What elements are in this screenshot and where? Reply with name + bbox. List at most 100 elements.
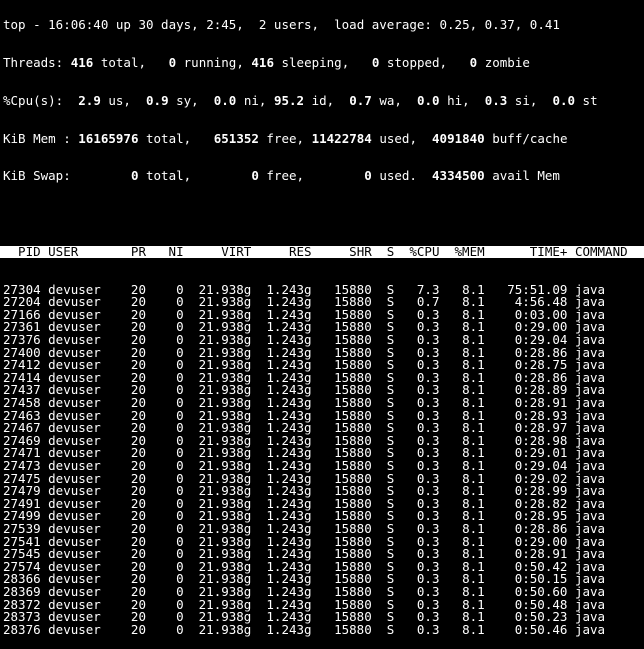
col-user: devuser <box>48 508 101 524</box>
col-cpu: 0.3 <box>416 457 440 473</box>
col-shr: 15880 <box>334 432 372 448</box>
col-time: 0:28.86 <box>514 520 568 536</box>
col-virt: 21.938g <box>198 571 252 587</box>
terminal-screen[interactable]: top - 16:06:40 up 30 days, 2:45, 2 users… <box>0 0 644 649</box>
col-virt: 21.938g <box>198 432 252 448</box>
col-cpu: 0.3 <box>416 483 440 499</box>
col-time: TIME+ <box>529 243 568 259</box>
col-user: devuser <box>48 457 101 473</box>
col-res: 1.243g <box>266 432 312 448</box>
col-cpu: 0.3 <box>416 533 440 549</box>
col-command: java <box>574 609 606 625</box>
col-res: 1.243g <box>266 470 312 486</box>
col-res: 1.243g <box>266 520 312 536</box>
col-command: java <box>574 621 606 637</box>
col-virt: 21.938g <box>198 508 252 524</box>
col-ni: 0 <box>176 533 184 549</box>
col-state: S <box>386 583 395 599</box>
col-shr: 15880 <box>334 533 372 549</box>
col-res: 1.243g <box>266 596 312 612</box>
col-shr: 15880 <box>334 621 372 637</box>
col-shr: SHR <box>349 243 372 259</box>
col-time: 0:28.91 <box>514 546 568 562</box>
process-row: 27539 devuser 20 0 21.938g 1.243g 15880 … <box>3 520 644 536</box>
col-mem: %MEM <box>454 243 485 259</box>
col-state: S <box>386 533 395 549</box>
col-state: S <box>386 445 395 461</box>
col-user: devuser <box>48 533 101 549</box>
col-pid: PID <box>18 243 41 259</box>
col-state: S <box>386 609 395 625</box>
col-state: S <box>386 621 395 637</box>
col-cpu: 0.3 <box>416 571 440 587</box>
col-shr: 15880 <box>334 508 372 524</box>
col-ni: 0 <box>176 609 184 625</box>
col-time: 0:50.48 <box>514 596 568 612</box>
col-command: java <box>574 495 606 511</box>
col-command: java <box>574 596 606 612</box>
col-shr: 15880 <box>334 470 372 486</box>
col-pid: 27574 <box>3 558 41 574</box>
col-state: S <box>386 546 395 562</box>
col-state: S <box>386 596 395 612</box>
process-row: 28372 devuser 20 0 21.938g 1.243g 15880 … <box>3 596 644 612</box>
col-virt: 21.938g <box>198 457 252 473</box>
col-time: 0:50.23 <box>514 609 568 625</box>
col-time: 0:50.42 <box>514 558 568 574</box>
col-command: java <box>574 508 606 524</box>
col-cpu: 0.3 <box>416 508 440 524</box>
col-shr: 15880 <box>334 445 372 461</box>
col-shr: 15880 <box>334 583 372 599</box>
col-pid: 27479 <box>3 483 41 499</box>
col-virt: 21.938g <box>198 520 252 536</box>
col-command: java <box>574 520 606 536</box>
col-ni: 0 <box>176 483 184 499</box>
col-command: java <box>574 470 606 486</box>
col-mem: 8.1 <box>462 483 485 499</box>
col-user: devuser <box>48 583 101 599</box>
col-ni: 0 <box>176 583 184 599</box>
col-state: S <box>386 508 395 524</box>
col-time: 0:50.46 <box>514 621 568 637</box>
col-pid: 27475 <box>3 470 41 486</box>
col-user: USER <box>48 243 79 259</box>
col-cpu: 0.3 <box>416 583 440 599</box>
col-pid: 28373 <box>3 609 41 625</box>
col-pr: 20 <box>130 470 146 486</box>
col-res: 1.243g <box>266 558 312 574</box>
swap-line: KiB Swap: 0 total, 0 free, 0 used. 43345… <box>3 168 560 184</box>
col-cpu: 0.3 <box>416 495 440 511</box>
col-ni: 0 <box>176 432 184 448</box>
process-row: 27499 devuser 20 0 21.938g 1.243g 15880 … <box>3 510 644 523</box>
col-virt: 21.938g <box>198 495 252 511</box>
col-ni: 0 <box>176 571 184 587</box>
col-state: S <box>386 457 395 473</box>
col-pr: 20 <box>130 571 146 587</box>
process-row: 27545 devuser 20 0 21.938g 1.243g 15880 … <box>3 548 644 561</box>
col-res: 1.243g <box>266 621 312 637</box>
col-command: java <box>574 457 606 473</box>
col-mem: 8.1 <box>462 495 485 511</box>
col-user: devuser <box>48 520 101 536</box>
col-cpu: 0.3 <box>416 470 440 486</box>
col-mem: 8.1 <box>462 571 485 587</box>
col-user: devuser <box>48 621 101 637</box>
col-res: 1.243g <box>266 533 312 549</box>
col-command: java <box>574 533 606 549</box>
col-cpu: 0.3 <box>416 445 440 461</box>
col-command: java <box>574 445 606 461</box>
col-user: devuser <box>48 470 101 486</box>
process-row: 27471 devuser 20 0 21.938g 1.243g 15880 … <box>3 447 644 460</box>
col-mem: 8.1 <box>462 583 485 599</box>
process-row: 28376 devuser 20 0 21.938g 1.243g 15880 … <box>3 621 644 637</box>
col-pid: 28369 <box>3 583 41 599</box>
process-table-header: PID USER PR NI VIRT RES SHR S %CPU %MEM … <box>0 243 644 259</box>
threads-line: Threads: 416 total, 0 running, 416 sleep… <box>3 54 530 70</box>
col-cpu: 0.3 <box>416 596 440 612</box>
col-pr: PR <box>130 243 146 259</box>
col-res: 1.243g <box>266 609 312 625</box>
col-virt: VIRT <box>221 243 252 259</box>
cpu-line: %Cpu(s): 2.9 us, 0.9 sy, 0.0 ni, 95.2 id… <box>3 92 598 108</box>
col-pid: 27491 <box>3 495 41 511</box>
col-shr: 15880 <box>334 495 372 511</box>
